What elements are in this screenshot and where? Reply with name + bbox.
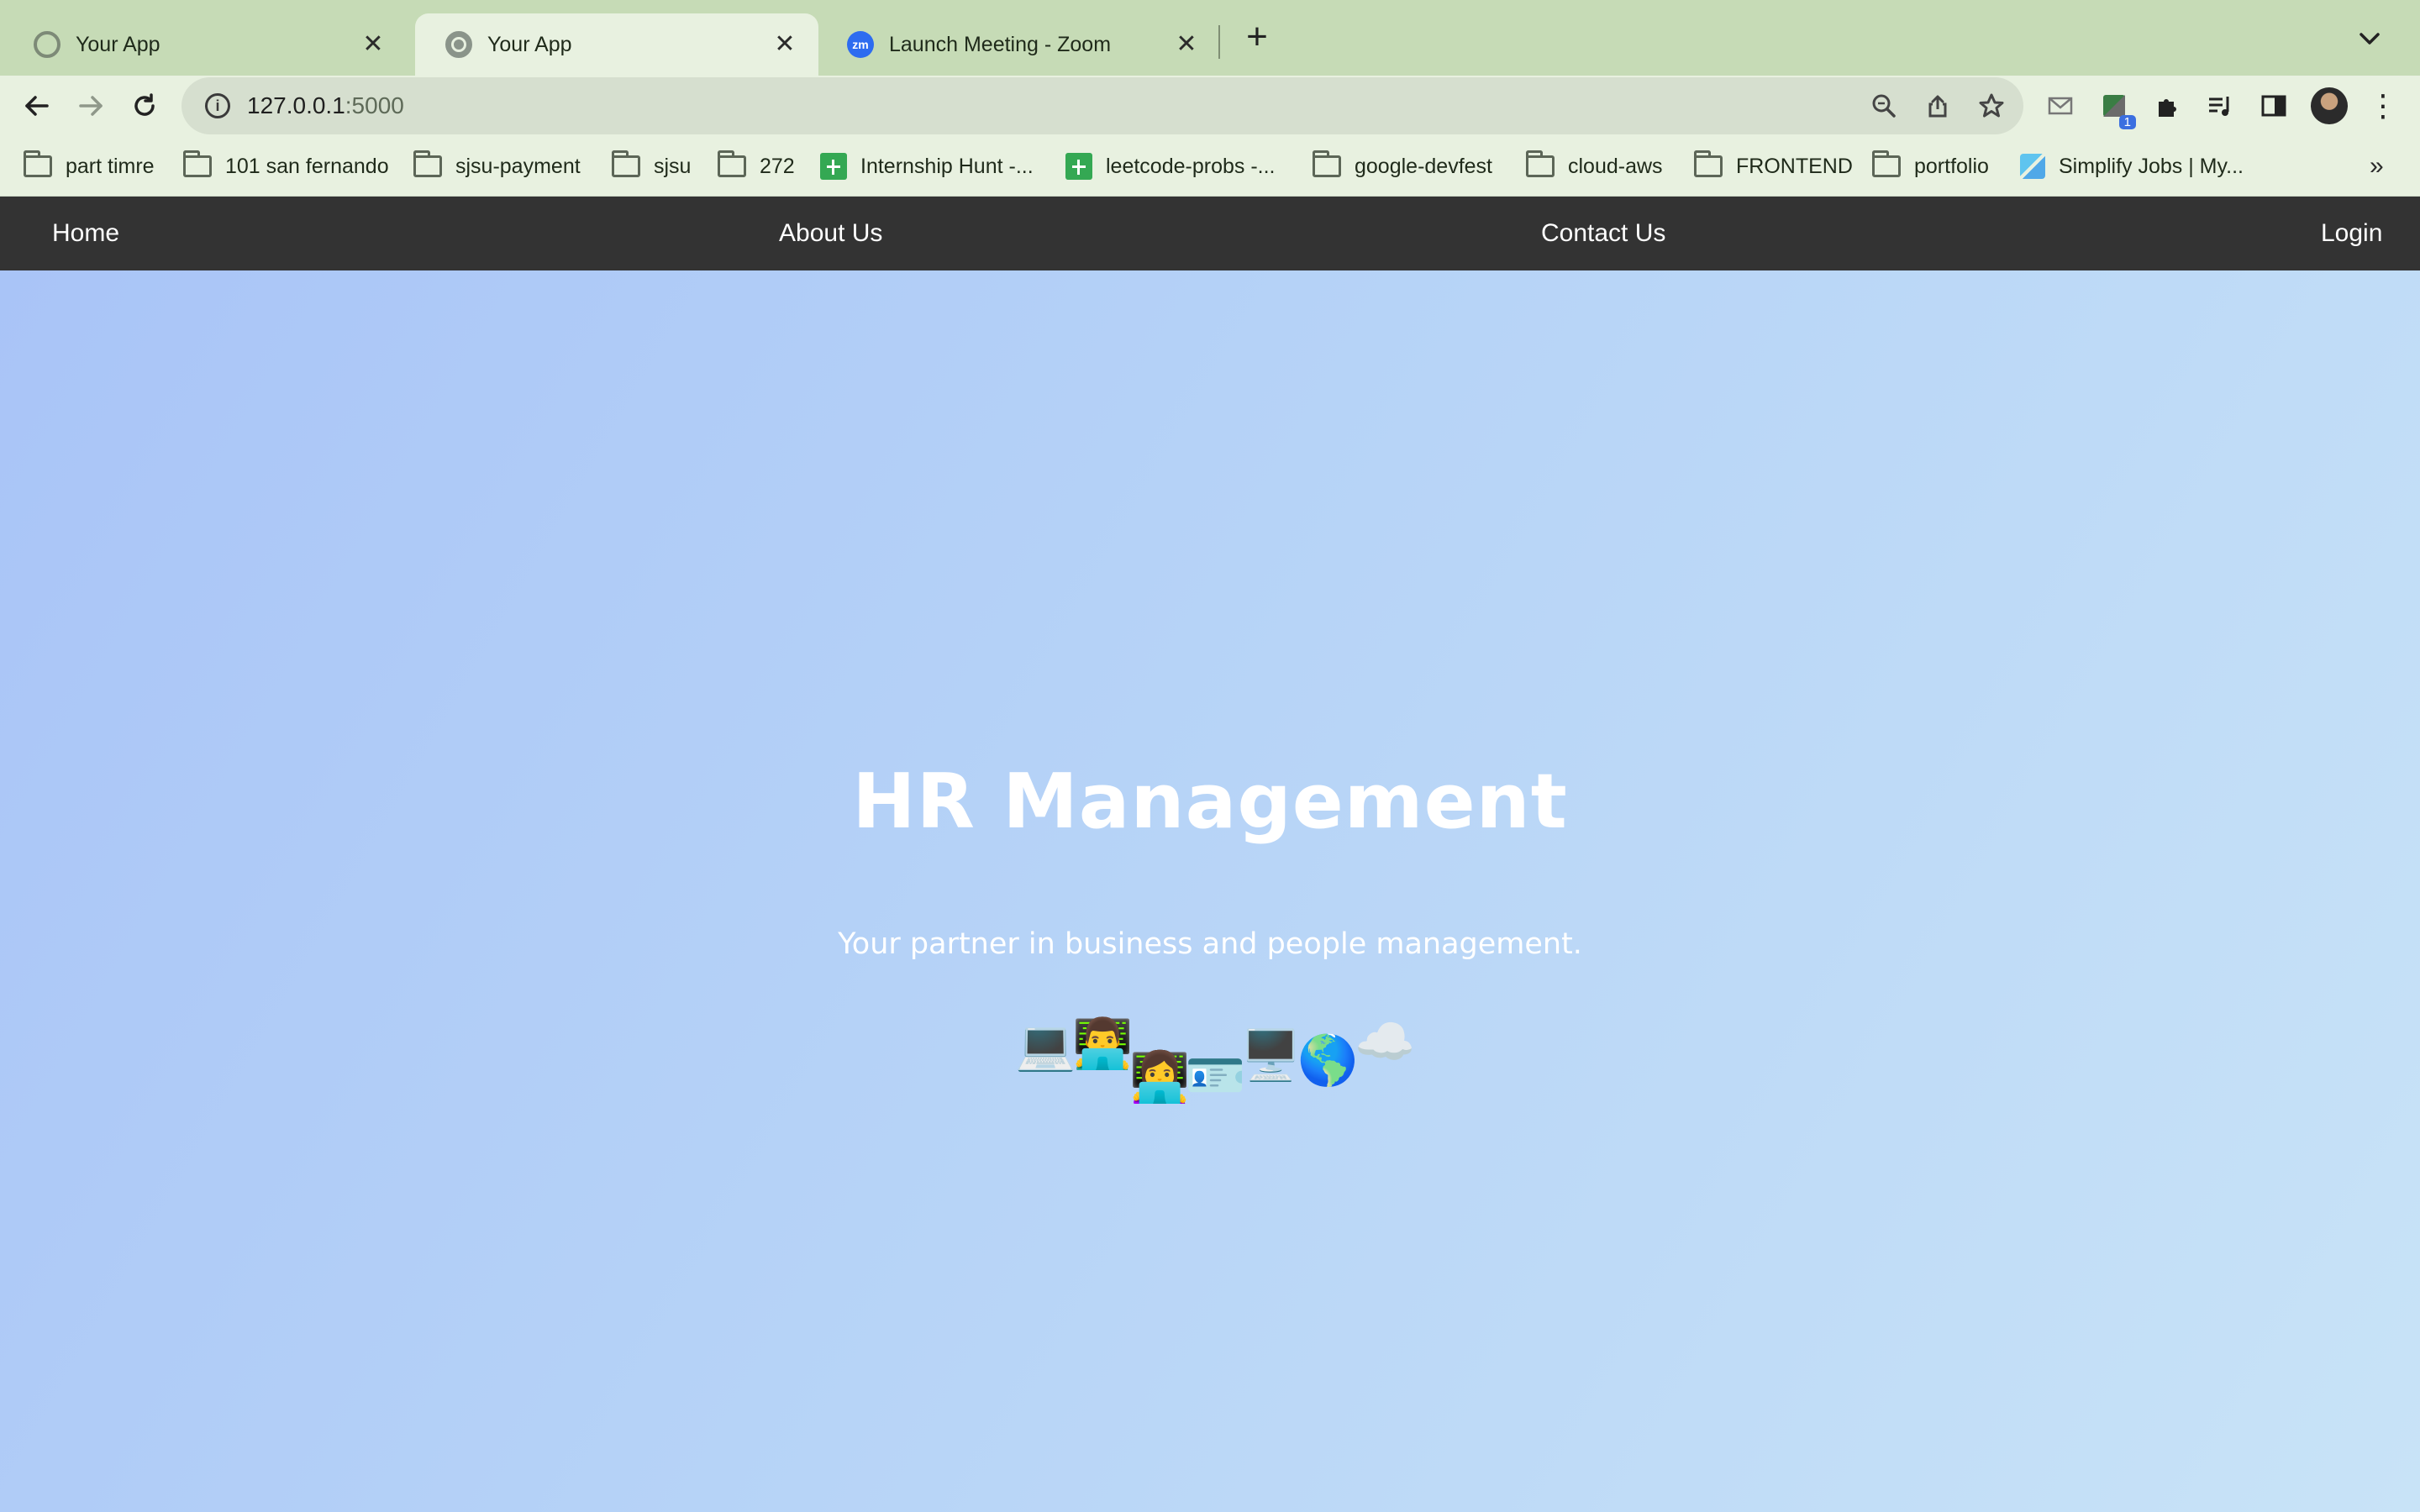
bookmark-label: 101 san fernando [225,154,389,178]
folder-icon [718,150,746,177]
back-arrow-icon[interactable] [18,87,55,124]
tab-your-app-2[interactable]: Your App ✕ [415,13,818,76]
bookmark-leetcode-probs[interactable]: leetcode-probs -... [1065,148,1276,185]
bookmark-folder-101-san-fernando[interactable]: 101 san fernando [183,148,389,185]
hero-section: HR Management Your partner in business a… [0,270,2420,1512]
bookmark-star-icon[interactable] [1973,87,2010,124]
address-bar[interactable]: i 127.0.0.1:5000 [182,77,2023,134]
folder-icon [413,150,442,177]
folder-icon [183,150,212,177]
folder-icon [24,150,52,177]
extension-badge-count: 1 [2118,115,2136,129]
bookmark-label: Simplify Jobs | My... [2059,154,2244,178]
sheets-icon [1065,153,1092,180]
bookmark-folder-part-timre[interactable]: part timre [24,148,155,185]
bookmark-label: sjsu [654,154,692,178]
folder-icon [612,150,640,177]
tab-title: Your App [76,32,160,56]
bookmark-folder-sjsu[interactable]: sjsu [612,148,691,185]
hero-subtitle: Your partner in business and people mana… [838,927,1582,961]
side-panel-icon[interactable] [2257,89,2291,123]
bookmark-simplify-jobs[interactable]: Simplify Jobs | My... [2020,148,2244,185]
site-navbar: Home About Us Contact Us Login [0,197,2420,270]
profile-avatar[interactable] [2311,87,2348,124]
bookmark-label: google-devfest [1355,154,1493,178]
id-card-emoji-icon: 🪪 [1185,1047,1246,1104]
bookmarks-bar: part timre 101 san fernando sjsu-payment… [0,136,2420,197]
nav-about-link[interactable]: About Us [779,197,882,270]
nav-login-link[interactable]: Login [2321,197,2382,270]
folder-icon [1313,150,1341,177]
folder-icon [1526,150,1555,177]
bookmark-folder-portfolio[interactable]: portfolio [1872,148,1989,185]
forward-arrow-icon[interactable] [72,87,109,124]
sheets-icon [820,153,847,180]
bookmark-label: leetcode-probs -... [1106,154,1276,178]
bookmarks-overflow-icon[interactable]: » [2370,148,2384,185]
bookmark-folder-frontend[interactable]: FRONTEND [1694,148,1853,185]
bookmark-label: cloud-aws [1568,154,1663,178]
zoom-magnifier-icon[interactable] [1865,87,1902,124]
bookmark-folder-cloud-aws[interactable]: cloud-aws [1526,148,1663,185]
bookmark-folder-google-devfest[interactable]: google-devfest [1313,148,1492,185]
close-tab-icon[interactable]: ✕ [1173,31,1200,58]
tab-search-chevron-icon[interactable] [2353,22,2386,55]
browser-tab-strip: Your App ✕ Your App ✕ zm Launch Meeting … [0,0,2420,76]
globe-emoji-icon: 🌎 [1297,1032,1359,1089]
bookmark-label: sjsu-payment [455,154,581,178]
bookmark-label: Internship Hunt -... [860,154,1034,178]
puzzle-extensions-icon[interactable] [2151,89,2185,123]
nav-home-link[interactable]: Home [52,197,119,270]
url-port: :5000 [345,92,404,118]
tab-title: Your App [487,32,572,56]
new-tab-button[interactable]: + [1239,18,1276,57]
browser-toolbar: i 127.0.0.1:5000 1 ⋮ [0,76,2420,136]
bookmark-label: 272 [760,154,795,178]
bookmark-label: portfolio [1914,154,1989,178]
bookmark-folder-sjsu-payment[interactable]: sjsu-payment [413,148,581,185]
media-controls-icon[interactable] [2203,89,2237,123]
bookmark-internship-hunt[interactable]: Internship Hunt -... [820,148,1034,185]
hero-title: HR Management [852,758,1568,846]
folder-icon [1694,150,1723,177]
tab-your-app-1[interactable]: Your App ✕ [3,13,407,76]
bookmark-label: part timre [66,154,155,178]
man-technologist-emoji-icon: 👨‍💻 [1072,1015,1134,1072]
folder-icon [1872,150,1901,177]
woman-technologist-emoji-icon: 👩‍💻 [1129,1048,1191,1105]
reload-icon[interactable] [126,87,163,124]
globe-favicon-icon [445,31,472,58]
share-icon[interactable] [1919,87,1956,124]
desktop-computer-emoji-icon: 🖥️ [1240,1026,1302,1084]
bookmark-label: FRONTEND [1736,154,1853,178]
simplify-icon [2020,154,2045,179]
close-tab-icon[interactable]: ✕ [360,31,387,58]
cloud-emoji-icon: ☁️ [1355,1013,1416,1070]
url-host: 127.0.0.1 [247,92,345,118]
site-info-icon[interactable]: i [205,93,230,118]
gear-favicon-icon [34,31,60,58]
zoom-favicon-icon: zm [847,31,874,58]
browser-menu-icon[interactable]: ⋮ [2368,87,2398,124]
tab-separator [1218,25,1220,59]
laptop-emoji-icon: 💻 [1015,1016,1076,1074]
nav-contact-link[interactable]: Contact Us [1541,197,1665,270]
extension-badge-icon[interactable]: 1 [2097,89,2136,129]
close-tab-icon[interactable]: ✕ [771,31,798,58]
tab-launch-meeting-zoom[interactable]: zm Launch Meeting - Zoom ✕ [817,13,1220,76]
tab-title: Launch Meeting - Zoom [889,32,1112,56]
mail-extension-icon[interactable] [2044,89,2077,123]
bookmark-folder-272[interactable]: 272 [718,148,795,185]
